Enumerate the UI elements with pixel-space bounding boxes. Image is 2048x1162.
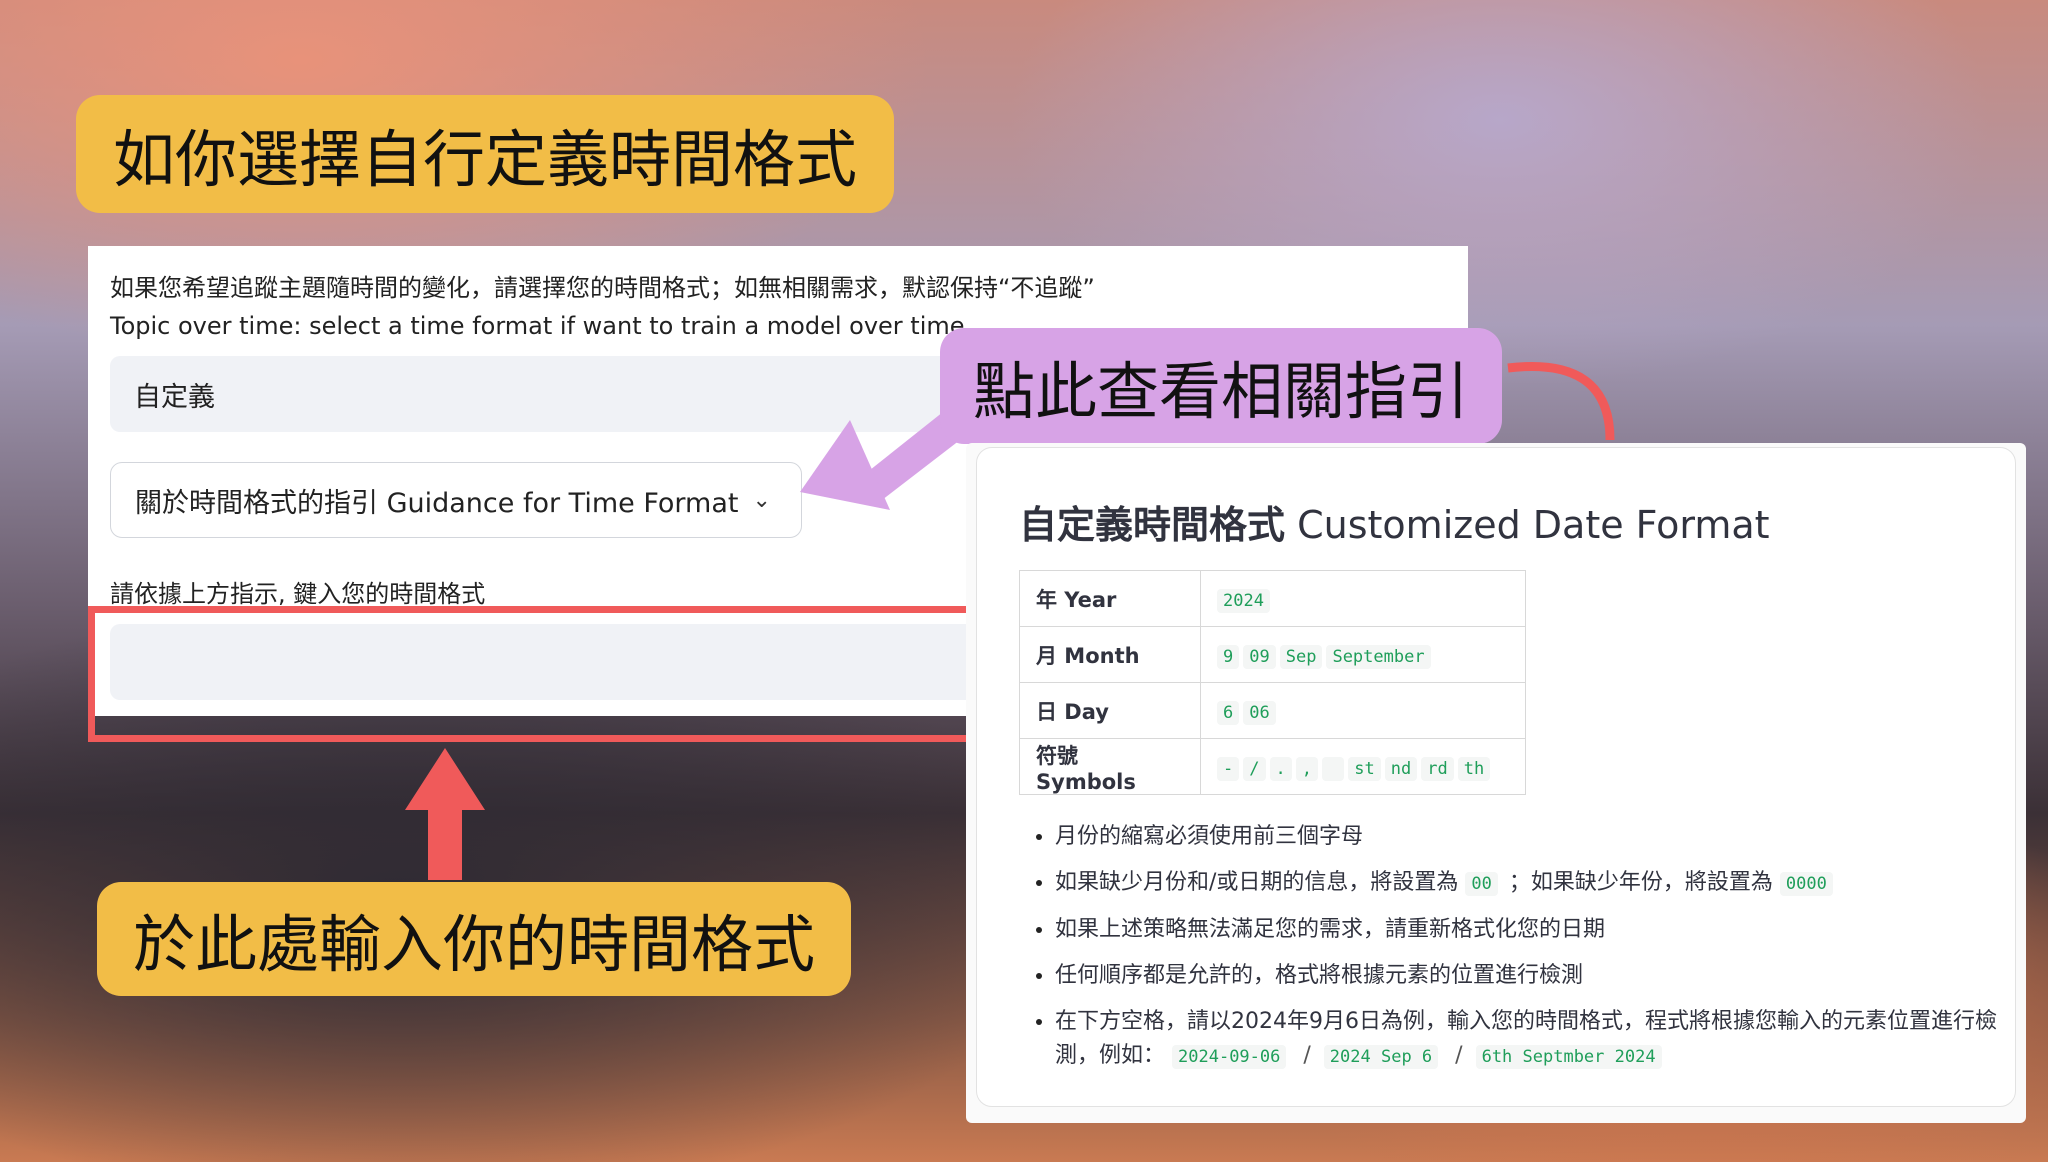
note-separator: /	[1455, 1043, 1463, 1068]
chevron-down-icon: ⌄	[752, 487, 771, 513]
time-format-selected-value: 自定義	[134, 381, 215, 413]
note-item: 如果上述策略無法滿足您的需求，請重新格式化您的日期	[1055, 913, 2015, 947]
format-code: st	[1348, 756, 1381, 781]
note-item: 任何順序都是允許的，格式將根據元素的位置進行檢測	[1055, 959, 2015, 993]
note-code: 2024-09-06	[1172, 1045, 1287, 1069]
note-text: 任何順序都是允許的，格式將根據元素的位置進行檢測	[1055, 963, 1584, 988]
guidance-expander-button[interactable]: 關於時間格式的指引 Guidance for Time Format ⌄	[110, 462, 802, 538]
format-row-values: 2024	[1200, 570, 1526, 627]
guidance-title-en: Customized Date Format	[1297, 503, 1770, 547]
note-code: 0000	[1779, 872, 1833, 896]
format-row-values: - /., st nd rd th	[1200, 738, 1526, 795]
note-item: 在下方空格，請以2024年9月6日為例，輸入您的時間格式，程式將根據您輸入的元素…	[1055, 1005, 2015, 1074]
format-code: th	[1457, 756, 1491, 781]
guidance-expander-label: 關於時間格式的指引 Guidance for Time Format	[135, 487, 739, 519]
format-code: /	[1243, 756, 1266, 781]
format-table-row: 日 Day 6 06	[1019, 682, 1526, 739]
callout-custom-format: 如你選擇自行定義時間格式	[76, 95, 894, 213]
note-code: 00	[1465, 872, 1498, 896]
callout-view-guide: 點此查看相關指引	[940, 328, 1502, 444]
note-item: 如果缺少月份和/或日期的信息，將設置為 00 ；如果缺少年份，將設置為 0000	[1055, 866, 2015, 901]
time-format-hint-zh: 如果您希望追蹤主題隨時間的變化，請選擇您的時間格式；如無相關需求，默認保持“不追…	[110, 274, 1095, 302]
format-code: ,	[1295, 756, 1318, 781]
guidance-card-wrapper: 自定義時間格式 Customized Date Format 年 Year 202…	[966, 443, 2026, 1123]
format-table-row: 符號 Symbols - /., st nd rd th	[1019, 738, 1526, 795]
up-arrow	[405, 748, 485, 880]
format-table: 年 Year 2024 月 Month 9 09 Sep September 日 Day 6 06…	[1019, 570, 1526, 795]
format-code: 06	[1243, 700, 1276, 725]
format-code: -	[1217, 756, 1240, 781]
format-code: Sep	[1279, 644, 1323, 669]
format-notes: 月份的縮寫必須使用前三個字母 如果缺少月份和/或日期的信息，將設置為 00 ；如…	[1019, 820, 2015, 1086]
format-code: rd	[1421, 756, 1454, 781]
format-code: 9	[1217, 644, 1240, 669]
guidance-title-zh: 自定義時間格式	[1019, 503, 1286, 547]
format-code: .	[1269, 756, 1292, 781]
format-code: 6	[1217, 700, 1240, 725]
time-format-hint-en: Topic over time: select a time format if…	[110, 312, 973, 340]
format-row-label: 月 Month	[1019, 626, 1201, 683]
note-code: 2024 Sep 6	[1323, 1045, 1439, 1069]
note-code: 6th Septmber 2024	[1475, 1045, 1662, 1069]
note-item: 月份的縮寫必須使用前三個字母	[1055, 820, 2015, 854]
format-row-values: 6 06	[1200, 682, 1526, 739]
format-row-label: 年 Year	[1019, 570, 1201, 627]
note-separator: /	[1303, 1043, 1311, 1068]
format-row-label: 日 Day	[1019, 682, 1201, 739]
note-text: 如果上述策略無法滿足您的需求，請重新格式化您的日期	[1055, 917, 1606, 942]
callout-enter-here: 於此處輸入你的時間格式	[97, 882, 851, 996]
note-text: 月份的縮寫必須使用前三個字母	[1055, 824, 1364, 849]
format-code: 2024	[1217, 588, 1270, 613]
time-format-input-label: 請依據上方指示, 鍵入您的時間格式	[110, 580, 486, 608]
format-code: 09	[1243, 644, 1276, 669]
format-code: September	[1326, 644, 1431, 669]
format-table-row: 年 Year 2024	[1019, 570, 1526, 627]
format-row-label: 符號 Symbols	[1019, 738, 1201, 795]
format-row-values: 9 09 Sep September	[1200, 626, 1526, 683]
format-code: nd	[1384, 756, 1418, 781]
format-table-row: 月 Month 9 09 Sep September	[1019, 626, 1526, 683]
note-text: 如果缺少月份和/或日期的信息，將設置為	[1055, 870, 1459, 895]
guidance-card: 自定義時間格式 Customized Date Format 年 Year 202…	[976, 447, 2016, 1107]
input-highlight-box	[88, 606, 1088, 742]
note-text: ；如果缺少年份，將設置為	[1508, 870, 1773, 895]
format-code	[1322, 756, 1345, 781]
guidance-title: 自定義時間格式 Customized Date Format	[1019, 494, 1770, 549]
